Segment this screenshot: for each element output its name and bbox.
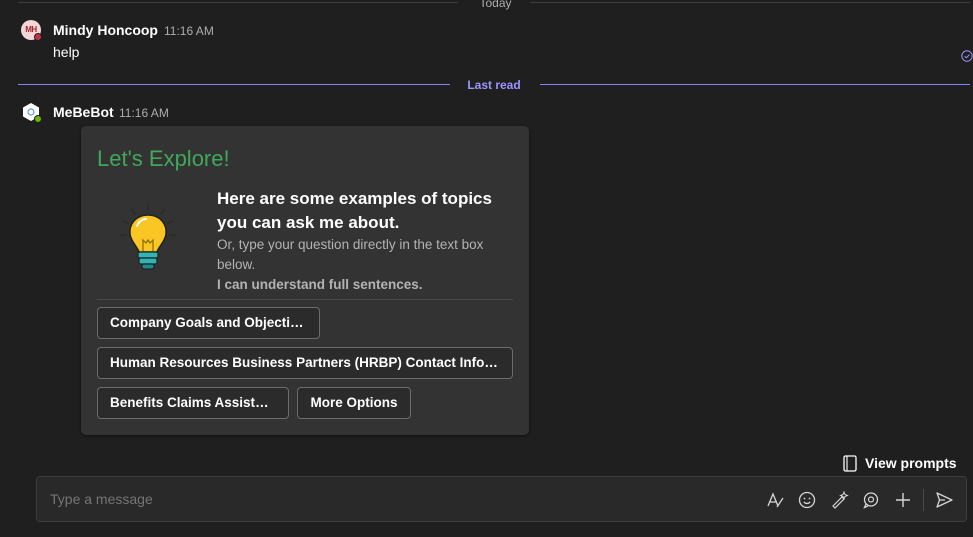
send-icon[interactable] <box>934 490 954 510</box>
card-heading: Here are some examples of topics you can… <box>217 189 492 232</box>
message-time: 11:16 AM <box>164 24 214 38</box>
last-read-label: Last read <box>467 78 521 92</box>
card-divider <box>97 299 513 300</box>
lightbulb-icon <box>120 203 176 270</box>
toolbar-divider <box>923 489 924 511</box>
attach-icon[interactable] <box>893 490 913 510</box>
card-subtext: Or, type your question directly in the t… <box>217 237 484 272</box>
benefits-claims-button[interactable]: Benefits Claims Assistance <box>97 387 289 419</box>
format-icon[interactable] <box>765 490 785 510</box>
last-read-line-right <box>540 84 970 85</box>
view-prompts-button[interactable]: View prompts <box>843 453 957 473</box>
read-receipt-icon <box>961 50 973 62</box>
message-sender[interactable]: Mindy Honcoop <box>53 22 158 38</box>
notebook-icon <box>843 454 857 472</box>
adaptive-card: Let's Explore! Here are some examples of… <box>81 126 529 435</box>
hrbp-contact-button[interactable]: Human Resources Business Partners (HRBP)… <box>97 347 513 379</box>
date-divider-line-right <box>530 2 970 3</box>
card-subtext-bold: I can understand full sentences. <box>217 277 423 292</box>
card-title: Let's Explore! <box>97 146 230 171</box>
status-online-icon <box>34 115 42 123</box>
status-away-icon <box>34 33 42 41</box>
date-divider-label: Today <box>479 0 512 10</box>
date-divider-line-left <box>18 2 458 3</box>
view-prompts-label: View prompts <box>865 455 957 471</box>
more-options-button[interactable]: More Options <box>297 387 411 419</box>
bot-sender[interactable]: MeBeBot <box>53 104 114 120</box>
message-text: help <box>53 44 80 60</box>
bot-time: 11:16 AM <box>119 106 169 120</box>
last-read-line-left <box>18 84 450 85</box>
company-goals-button[interactable]: Company Goals and Objectives <box>97 307 320 339</box>
message-input[interactable] <box>50 491 650 507</box>
compose-box <box>36 476 967 522</box>
loop-icon[interactable] <box>861 490 881 510</box>
copilot-icon[interactable] <box>829 490 849 510</box>
emoji-icon[interactable] <box>797 490 817 510</box>
